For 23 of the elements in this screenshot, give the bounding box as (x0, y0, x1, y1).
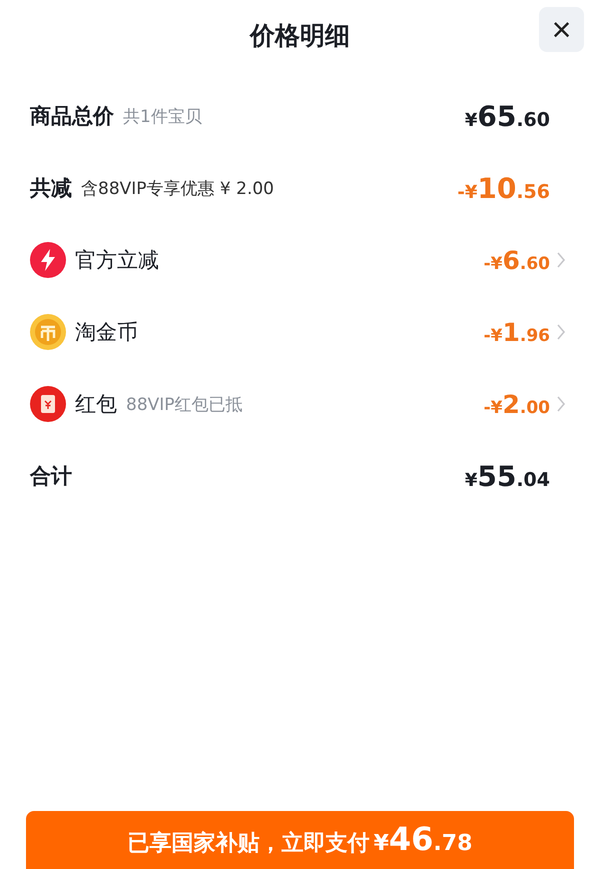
amount: -¥10.56 (457, 172, 550, 204)
close-button[interactable]: × (539, 7, 584, 52)
amount: ¥65.60 (464, 100, 550, 132)
envelope-icon (30, 386, 66, 422)
chevron-icon[interactable] (556, 323, 566, 341)
lightning-icon (30, 242, 66, 278)
coin-icon (30, 314, 66, 350)
row-note: 88VIP红包已抵 (126, 394, 243, 416)
amount: ¥55.04 (464, 460, 550, 492)
row-note: 含88VIP专享优惠 ¥ 2.00 (81, 178, 274, 200)
amount: -¥2.00 (484, 390, 550, 418)
chevron-icon[interactable] (556, 395, 566, 413)
amount: -¥6.60 (484, 246, 550, 274)
amount: -¥1.96 (484, 318, 550, 346)
row-label: 合计 (30, 463, 72, 490)
row-label: 共减 (30, 175, 72, 202)
row-label: 商品总价 (30, 103, 114, 130)
row-label: 淘金币 (75, 319, 138, 346)
row-label: 官方立减 (75, 247, 159, 274)
row-note: 共1件宝贝 (123, 106, 202, 128)
chevron-icon[interactable] (556, 251, 566, 269)
row-label: 红包 (75, 391, 117, 418)
sheet-title: 价格明细 (250, 20, 350, 52)
